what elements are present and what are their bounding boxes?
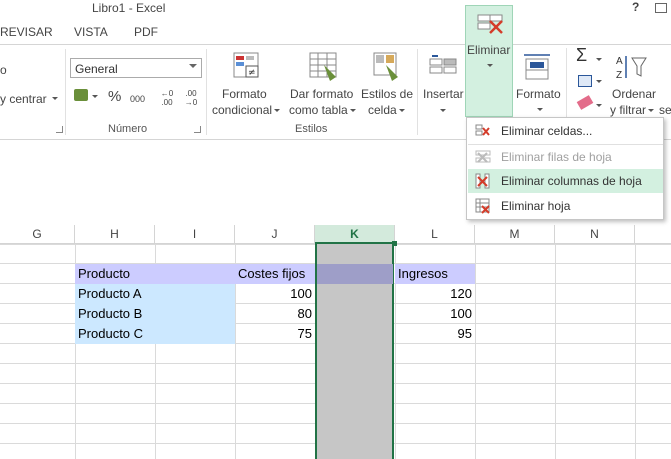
decrease-decimal-button[interactable]: .00 →0 [182,89,200,107]
merge-dropdown-icon[interactable] [52,97,58,100]
format-as-table-label[interactable]: Dar formato [290,87,353,102]
tab-vista[interactable]: VISTA [74,25,108,39]
conditional-format-icon: ≠ [233,52,259,78]
cell-producto[interactable]: Producto C [75,324,235,344]
currency-icon[interactable] [74,89,88,101]
group-separator [65,49,66,135]
conditional-format-label-2[interactable]: condicional [212,103,281,118]
help-button[interactable]: ? [632,0,639,14]
header-producto[interactable]: Producto [75,264,235,284]
column-header-g[interactable]: G [0,225,75,244]
format-as-table-label-2[interactable]: como tabla [289,103,356,118]
delete-cells-icon [477,14,503,34]
delete-dropdown-menu: Eliminar celdas... Eliminar filas de hoj… [466,117,664,220]
delete-button[interactable]: Eliminar [465,5,513,117]
delete-label: Eliminar [467,43,511,57]
insert-label[interactable]: Insertar [423,87,464,102]
fill-dropdown-icon[interactable] [596,80,602,83]
format-cells-icon [524,54,550,80]
delete-cells-icon [475,124,490,136]
merge-center-button[interactable]: y centrar [0,92,47,107]
cell-costes[interactable]: 75 [235,324,315,344]
cell-costes[interactable]: 100 [235,284,315,304]
menu-item-label: Eliminar celdas... [501,124,593,138]
group-label-numero: Número [108,123,148,135]
menu-item-delete-rows[interactable]: Eliminar filas de hoja [468,145,663,169]
menu-item-delete-columns[interactable]: Eliminar columnas de hoja [468,169,663,193]
header-ingresos[interactable]: Ingresos [395,264,475,284]
fill-icon[interactable] [578,75,592,87]
percent-button[interactable]: % [108,89,121,104]
delete-dropdown-icon [487,64,493,67]
conditional-format-label[interactable]: Formato [222,87,267,102]
cell-styles-label[interactable]: Estilos de [361,87,413,102]
menu-item-delete-cells[interactable]: Eliminar celdas... [468,119,663,143]
header-k-empty[interactable] [317,264,393,284]
cell-styles-label-2[interactable]: celda [368,103,405,118]
column-header-i[interactable]: I [155,225,235,244]
tab-revisar[interactable]: REVISAR [0,25,53,39]
gridline [635,244,636,459]
delete-sheet-icon [475,198,490,214]
restore-icon[interactable] [655,3,667,13]
number-format-select[interactable]: General [70,58,202,78]
number-launcher-icon[interactable] [194,126,201,133]
tab-pdf[interactable]: PDF [134,25,158,39]
format-as-table-icon [309,52,337,81]
cell-ingresos[interactable]: 100 [395,304,475,324]
autosum-icon[interactable]: Σ [576,46,587,64]
format-dropdown-icon[interactable] [537,108,543,111]
menu-item-label: Eliminar hoja [501,199,571,213]
menu-item-label: Eliminar filas de hoja [501,150,612,164]
cell-ingresos[interactable]: 120 [395,284,475,304]
column-header-k[interactable]: K [315,225,395,244]
delete-rows-icon [475,150,491,163]
column-header-m[interactable]: M [475,225,555,244]
delete-columns-icon [475,173,490,189]
svg-text:Z: Z [616,70,622,81]
sort-filter-label[interactable]: Ordenar [612,87,656,102]
fill-handle[interactable] [392,241,397,246]
sort-filter-label-2[interactable]: y filtrar [610,103,654,118]
menu-item-label: Eliminar columnas de hoja [501,174,642,188]
format-label[interactable]: Formato [516,87,561,102]
thousands-button[interactable]: 000 [130,92,145,107]
header-costes[interactable]: Costes fijos [235,264,315,284]
autosum-dropdown-icon[interactable] [596,58,602,61]
title-bar: Libro1 - Excel ? [0,0,671,18]
insert-cells-icon [429,55,457,74]
column-header-j[interactable]: J [235,225,315,244]
gridline [555,244,556,459]
column-headers: G H I J K L M N [0,225,671,244]
currency-dropdown-icon[interactable] [92,95,98,98]
column-header-h[interactable]: H [75,225,155,244]
cell-producto[interactable]: Producto B [75,304,235,324]
group-separator [417,49,418,135]
chevron-down-icon [189,64,197,68]
ribbon-tabs: REVISAR VISTA PDF [0,22,671,44]
insert-dropdown-icon[interactable] [440,109,446,112]
find-select-fragment[interactable]: se [659,103,671,118]
group-label-estilos: Estilos [295,123,328,135]
cell-producto[interactable]: Producto A [75,284,235,304]
number-format-value: General [75,62,118,76]
cell-costes[interactable]: 80 [235,304,315,324]
gridline [475,244,476,459]
wrap-text-fragment[interactable]: o [0,63,7,78]
window-title: Libro1 - Excel [92,1,166,15]
svg-text:A: A [616,56,623,67]
svg-text:≠: ≠ [248,68,256,78]
cell-ingresos[interactable]: 95 [395,324,475,344]
group-separator [206,49,207,135]
sort-filter-icon: A Z [616,56,647,81]
increase-decimal-button[interactable]: ←0 .00 [158,89,176,107]
clear-dropdown-icon[interactable] [596,104,602,107]
menu-item-delete-sheet[interactable]: Eliminar hoja [468,194,663,218]
cell-styles-icon [373,52,398,81]
column-header-n[interactable]: N [555,225,635,244]
alignment-launcher-icon[interactable] [56,126,63,133]
column-header-l[interactable]: L [395,225,475,244]
